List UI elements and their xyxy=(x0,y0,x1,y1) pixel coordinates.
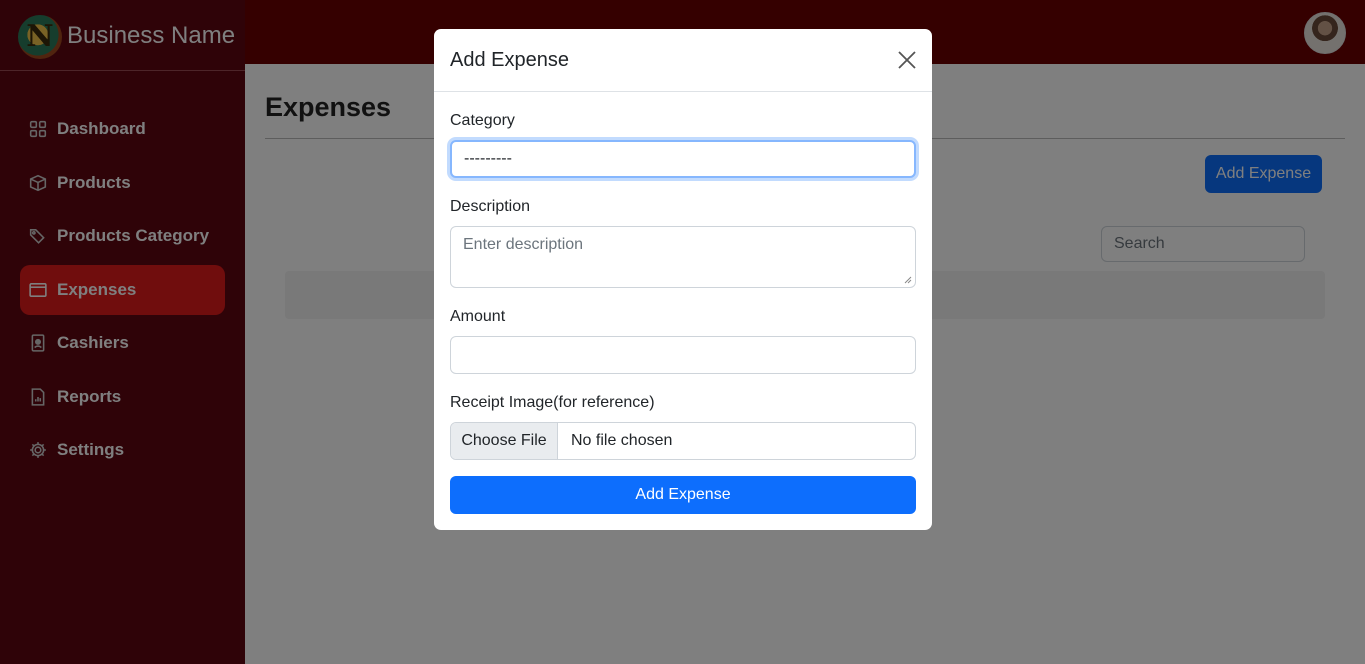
description-placeholder: Enter description xyxy=(463,236,584,253)
description-label: Description xyxy=(450,198,531,215)
category-label: Category xyxy=(450,112,515,129)
receipt-file-input[interactable]: Choose File No file chosen xyxy=(450,422,916,460)
close-icon[interactable] xyxy=(896,49,918,71)
file-status: No file chosen xyxy=(571,432,673,449)
amount-field[interactable] xyxy=(450,336,916,374)
category-select[interactable]: --------- xyxy=(450,140,916,178)
resize-grip-icon[interactable] xyxy=(904,276,912,284)
submit-add-expense-button[interactable]: Add Expense xyxy=(450,476,916,514)
modal-title: Add Expense xyxy=(450,49,569,71)
choose-file-button[interactable]: Choose File xyxy=(451,423,558,459)
description-field[interactable]: Enter description xyxy=(450,226,916,288)
receipt-label: Receipt Image(for reference) xyxy=(450,394,655,411)
modal-header: Add Expense xyxy=(434,29,932,92)
add-expense-modal: Add Expense Category --------- Descripti… xyxy=(434,29,932,530)
amount-label: Amount xyxy=(450,308,506,325)
